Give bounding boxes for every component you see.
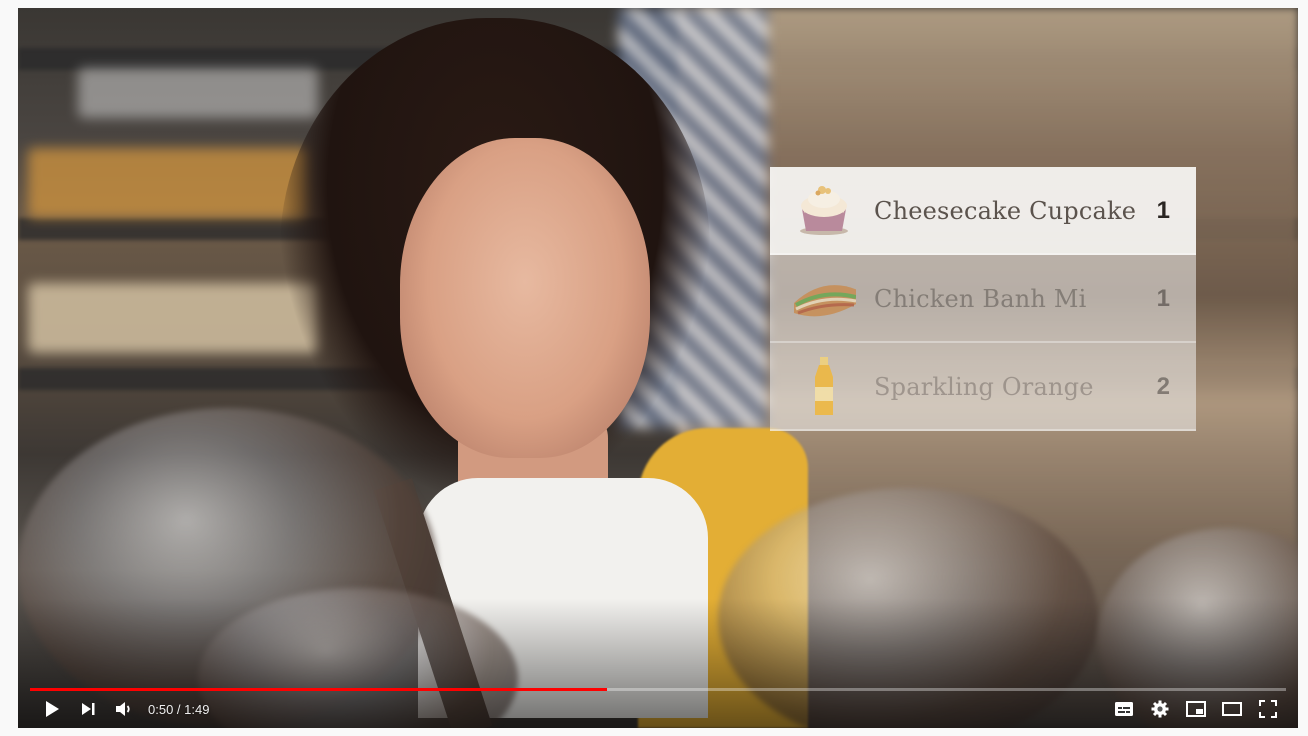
player-controls: 0:50 / 1:49	[18, 690, 1298, 728]
video-player[interactable]: Cheesecake Cupcake 1 Chicken Banh Mi 1 S…	[18, 8, 1298, 728]
item-quantity: 1	[1156, 285, 1170, 312]
cupcake-icon	[792, 181, 856, 239]
miniplayer-icon	[1186, 701, 1206, 717]
item-name: Cheesecake Cupcake	[874, 197, 1137, 225]
item-quantity: 1	[1156, 197, 1170, 224]
theater-mode-button[interactable]	[1214, 691, 1250, 727]
bottle-icon	[792, 357, 856, 415]
time-display: 0:50 / 1:49	[148, 701, 210, 717]
subtitles-button[interactable]	[1106, 691, 1142, 727]
miniplayer-button[interactable]	[1178, 691, 1214, 727]
theater-mode-icon	[1222, 702, 1242, 716]
cart-item: Sparkling Orange 2	[770, 343, 1196, 431]
next-icon	[82, 703, 95, 715]
item-quantity: 2	[1156, 373, 1170, 400]
fullscreen-icon	[1259, 700, 1277, 718]
cart-overlay: Cheesecake Cupcake 1 Chicken Banh Mi 1 S…	[770, 167, 1196, 431]
gear-icon	[1151, 700, 1169, 718]
play-icon	[46, 701, 59, 717]
fullscreen-button[interactable]	[1250, 691, 1286, 727]
settings-button[interactable]	[1142, 691, 1178, 727]
cart-item: Cheesecake Cupcake 1	[770, 167, 1196, 255]
volume-icon	[116, 702, 130, 716]
next-button[interactable]	[70, 691, 106, 727]
item-name: Chicken Banh Mi	[874, 285, 1087, 313]
volume-button[interactable]	[106, 691, 142, 727]
cart-item: Chicken Banh Mi 1	[770, 255, 1196, 343]
item-name: Sparkling Orange	[874, 373, 1094, 401]
subtitles-icon	[1115, 702, 1133, 716]
play-button[interactable]	[34, 691, 70, 727]
sandwich-icon	[792, 269, 860, 327]
